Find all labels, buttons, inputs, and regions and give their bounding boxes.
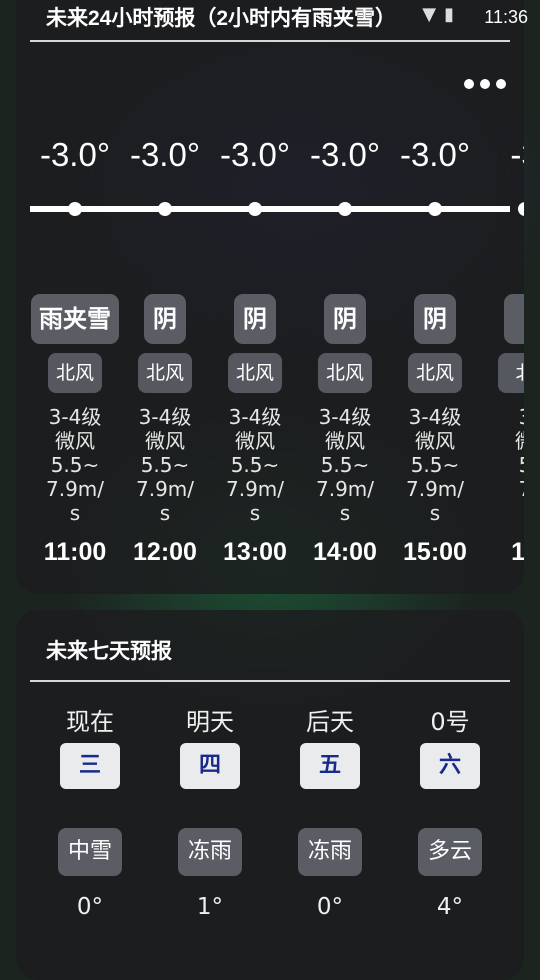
- day-temperature: 4°: [436, 894, 464, 920]
- wind-description: 3-4级 微风 5.5~ 7.9m/ s: [135, 405, 195, 525]
- temperature-point: [338, 202, 352, 216]
- hour-condition-badge: 阴: [144, 294, 186, 344]
- hour-condition-badge: 阴: [414, 294, 456, 344]
- hourly-divider: [30, 40, 510, 42]
- hour-temperature: -3.0°: [129, 136, 201, 173]
- weekday-badge[interactable]: 六: [420, 743, 480, 789]
- temperature-point: [158, 202, 172, 216]
- wind-direction-badge: 北风: [408, 353, 462, 393]
- weekday-badge[interactable]: 五: [300, 743, 360, 789]
- hour-time-label: 16: [511, 538, 524, 566]
- day-condition-badge: 中雪: [58, 828, 122, 876]
- wind-direction-badge: 北风: [318, 353, 372, 393]
- weekly-forecast-card: 未来七天预报 现在三中雪 0° 明天四冻雨 1° 后天五冻雨 0° 0号六多云 4°: [16, 610, 524, 980]
- wind-description: 3-4级 微风 5.5~ 7.9m/ s: [225, 405, 285, 525]
- hour-condition-badge: 雨夹雪: [31, 294, 119, 344]
- day-condition-badge: 冻雨: [298, 828, 362, 876]
- hourly-forecast-card: 未来24小时预报（2小时内有雨夹雪） -3.0° 雨夹雪 北风 3-4级 微风 5.5…: [16, 0, 524, 594]
- temperature-point: [518, 202, 524, 216]
- wind-direction-badge: 北风: [228, 353, 282, 393]
- day-label: 后天: [306, 708, 354, 736]
- day-condition-badge: 多云: [418, 828, 482, 876]
- wind-direction-badge: 北: [498, 353, 524, 393]
- wind-description: 3-4级 微风 5.5~ 7.9m/ s: [315, 405, 375, 525]
- wind-description: 3 微 5 7: [480, 405, 524, 501]
- wind-direction-badge: 北风: [138, 353, 192, 393]
- hour-temperature: -3.0°: [219, 136, 291, 173]
- more-options-icon[interactable]: [464, 74, 506, 94]
- status-time: 11:36: [484, 7, 528, 27]
- temperature-point: [68, 202, 82, 216]
- hour-time-label: 11:00: [43, 538, 107, 566]
- hour-time-label: 12:00: [133, 538, 197, 566]
- wind-description: 3-4级 微风 5.5~ 7.9m/ s: [405, 405, 465, 525]
- hour-condition-badge: 阴: [234, 294, 276, 344]
- day-label: 现在: [66, 708, 114, 736]
- hour-temperature: -3.0°: [39, 136, 111, 173]
- day-temperature: 0°: [76, 894, 104, 920]
- hour-time-label: 14:00: [313, 538, 377, 566]
- day-label: 0号: [430, 708, 470, 736]
- day-temperature: 0°: [316, 894, 344, 920]
- hour-condition-badge: [504, 294, 524, 344]
- hour-time-label: 15:00: [403, 538, 467, 566]
- temperature-point: [248, 202, 262, 216]
- wifi-icon: ▼: [422, 4, 445, 25]
- hour-temperature: -3.0°: [309, 136, 381, 173]
- wind-description: 3-4级 微风 5.5~ 7.9m/ s: [45, 405, 105, 525]
- weekly-divider: [30, 680, 510, 682]
- hour-time-label: 13:00: [223, 538, 287, 566]
- battery-icon: ▮: [444, 4, 462, 25]
- weekly-title: 未来七天预报: [46, 640, 172, 663]
- wind-direction-badge: 北风: [48, 353, 102, 393]
- temperature-point: [428, 202, 442, 216]
- hour-condition-badge: 阴: [324, 294, 366, 344]
- weekday-badge[interactable]: 四: [180, 743, 240, 789]
- day-temperature: 1°: [196, 894, 224, 920]
- hour-temperature: -3: [510, 136, 524, 173]
- day-condition-badge: 冻雨: [178, 828, 242, 876]
- weekday-badge[interactable]: 三: [60, 743, 120, 789]
- status-icons: ▼▮: [422, 4, 462, 25]
- hourly-title: 未来24小时预报（2小时内有雨夹雪）: [46, 7, 397, 30]
- day-label: 明天: [186, 708, 234, 736]
- hour-temperature: -3.0°: [399, 136, 471, 173]
